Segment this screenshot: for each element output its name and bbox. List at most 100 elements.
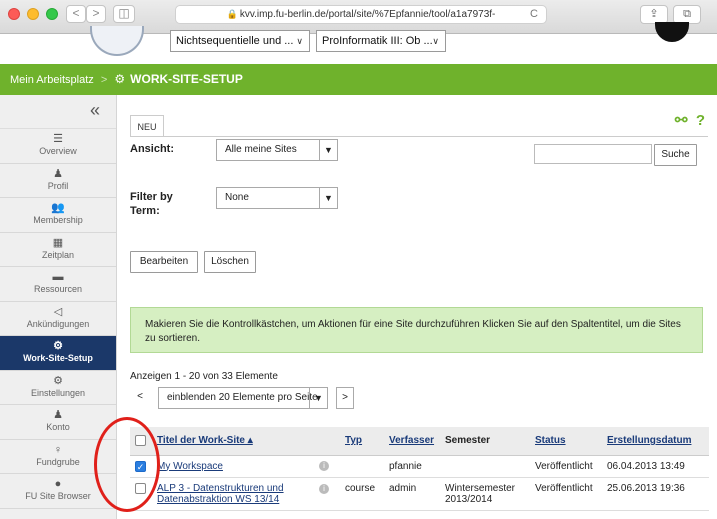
address-bar[interactable]: 🔒 kvv.imp.fu-berlin.de/portal/site/%7Epfa… xyxy=(175,5,547,24)
col-type-link[interactable]: Typ xyxy=(345,435,362,446)
sidebar-item-label: Profil xyxy=(47,180,69,191)
highlight-circle-annotation xyxy=(94,417,160,512)
help-icon[interactable]: ? xyxy=(696,112,705,129)
info-icon[interactable]: i xyxy=(319,483,329,494)
back-button[interactable]: < xyxy=(66,5,86,23)
sidebar-item-label: Konto xyxy=(46,422,70,432)
site-title-link[interactable]: ALP 3 - Datenstrukturen und Datenabstrak… xyxy=(157,483,284,505)
user-icon: ♟ xyxy=(53,167,63,180)
row-status: Veröffentlicht xyxy=(530,477,602,511)
sidebar-item-label: Membership xyxy=(33,215,83,225)
row-author: admin xyxy=(384,477,440,511)
sidebar-item-ressourcen[interactable]: ▬ Ressourcen xyxy=(0,267,116,302)
prev-page-button[interactable]: < xyxy=(130,387,150,409)
address-text: kvv.imp.fu-berlin.de/portal/site/%7Epfan… xyxy=(239,9,496,20)
row-author: pfannie xyxy=(384,455,440,478)
sidebar-item-label: Overview xyxy=(39,146,77,156)
reload-icon[interactable]: C xyxy=(530,6,538,23)
sidebar-item-label: FU Site Browser xyxy=(25,491,91,501)
sites-table: Titel der Work-Site ▴ Typ Verfasser Seme… xyxy=(130,427,709,511)
col-created[interactable]: Erstellungsdatum xyxy=(602,427,709,456)
site-select-2[interactable]: ProInformatik III: Ob ... ∨ xyxy=(316,30,446,52)
row-title-cell: My Workspace i xyxy=(152,455,340,478)
col-type[interactable]: Typ xyxy=(340,427,384,456)
row-created: 06.04.2013 13:49 xyxy=(602,455,709,478)
breadcrumb: Mein Arbeitsplatz > ⚙ WORK-SITE-SETUP xyxy=(0,64,717,95)
sidebar-item-label: Fundgrube xyxy=(36,456,80,467)
view-label: Ansicht: xyxy=(130,143,174,155)
caret-down-icon: ▼ xyxy=(309,388,327,408)
site-select-1-label: Nichtsequentielle und ... xyxy=(176,35,294,47)
megaphone-icon: ◁ xyxy=(53,305,63,318)
link-icon[interactable]: ⚯ xyxy=(675,112,688,129)
minimize-window-button[interactable] xyxy=(27,8,39,20)
sidebar-item-label: Ankündigungen xyxy=(26,318,90,329)
delete-button[interactable]: Löschen xyxy=(204,251,256,273)
term-filter-select[interactable]: None ▼ xyxy=(216,187,338,209)
sidebar-item-einstellungen[interactable]: ⚙ Einstellungen xyxy=(0,371,116,405)
row-semester xyxy=(440,455,530,478)
term-filter-value: None xyxy=(225,192,249,203)
row-status: Veröffentlicht xyxy=(530,455,602,478)
col-status-link[interactable]: Status xyxy=(535,435,566,446)
col-title[interactable]: Titel der Work-Site ▴ xyxy=(152,427,340,456)
table-row: ✓ My Workspace i pfannie Veröffentlicht 0… xyxy=(130,455,709,478)
gears-icon: ⚙ xyxy=(53,340,63,352)
row-title-cell: ALP 3 - Datenstrukturen und Datenabstrak… xyxy=(152,477,340,511)
sidebar-item-label: Work-Site-Setup xyxy=(23,353,93,363)
breadcrumb-home[interactable]: Mein Arbeitsplatz xyxy=(10,74,94,86)
site-title-link[interactable]: My Workspace xyxy=(157,461,223,472)
site-select-2-label: ProInformatik III: Ob ... xyxy=(322,35,433,47)
page-size-value: einblenden 20 Elemente pro Seite xyxy=(167,392,318,403)
col-author-link[interactable]: Verfasser xyxy=(389,435,434,446)
edit-button[interactable]: Bearbeiten xyxy=(130,251,198,273)
row-semester: Wintersemester 2013/2014 xyxy=(440,477,530,511)
col-author[interactable]: Verfasser xyxy=(384,427,440,456)
col-created-link[interactable]: Erstellungsdatum xyxy=(607,435,691,446)
lock-icon: 🔒 xyxy=(226,9,238,19)
row-type: course xyxy=(340,477,384,511)
search-input[interactable] xyxy=(534,144,652,164)
sidebar-item-konto[interactable]: ♟ Konto xyxy=(0,405,116,440)
view-select[interactable]: Alle meine Sites ▼ xyxy=(216,139,338,161)
filter-label: Filter by Term: xyxy=(130,191,173,217)
user-icon: ♟ xyxy=(53,409,63,421)
info-icon[interactable]: i xyxy=(319,460,329,471)
paging-status: Anzeigen 1 - 20 von 33 Elemente xyxy=(130,371,278,382)
gears-icon: ⚙ xyxy=(114,72,126,86)
col-status[interactable]: Status xyxy=(530,427,602,456)
forward-button[interactable]: > xyxy=(86,5,106,23)
close-window-button[interactable] xyxy=(8,8,20,20)
row-type xyxy=(340,455,384,478)
page-size-select[interactable]: einblenden 20 Elemente pro Seite ▼ xyxy=(158,387,328,409)
col-semester: Semester xyxy=(440,427,530,456)
sidebar-item-label: Zeitplan xyxy=(41,249,75,260)
tool-title: WORK-SITE-SETUP xyxy=(130,72,243,86)
maximize-window-button[interactable] xyxy=(46,8,58,20)
folder-icon: ▬ xyxy=(52,271,64,283)
collapse-sidebar-icon[interactable]: « xyxy=(0,95,116,129)
next-page-button[interactable]: > xyxy=(336,387,354,409)
search-button[interactable]: Suche xyxy=(654,144,697,166)
caret-down-icon: ▼ xyxy=(319,188,337,208)
tab-neu[interactable]: NEU xyxy=(130,115,164,137)
sidebar-item-work-site-setup[interactable]: ⚙ Work-Site-Setup xyxy=(0,336,116,371)
gear-icon: ⚙ xyxy=(53,374,63,387)
chevron-down-icon: ∨ xyxy=(432,36,439,46)
main-content: NEU ⚯ ? Ansicht: Alle meine Sites ▼ Suche… xyxy=(118,95,717,519)
sidebar-item-zeitplan[interactable]: ▦ Zeitplan xyxy=(0,233,116,267)
row-created: 25.06.2013 19:36 xyxy=(602,477,709,511)
col-title-link[interactable]: Titel der Work-Site ▴ xyxy=(157,435,253,446)
sidebar-item-overview[interactable]: ☰ Overview xyxy=(0,129,116,164)
sidebar-item-membership[interactable]: 👥 Membership xyxy=(0,198,116,233)
tab-divider xyxy=(130,136,708,137)
breadcrumb-separator: > xyxy=(100,74,108,86)
users-icon: 👥 xyxy=(51,202,65,214)
sidebar-item-profil[interactable]: ♟ Profil xyxy=(0,164,116,198)
info-message: Makieren Sie die Kontrollkästchen, um Ak… xyxy=(130,307,703,353)
calendar-icon: ▦ xyxy=(52,236,64,249)
sidebar-item-ankuendigungen[interactable]: ◁ Ankündigungen xyxy=(0,302,116,336)
site-select-1[interactable]: Nichtsequentielle und ... ∨ xyxy=(170,30,310,52)
table-row: ALP 3 - Datenstrukturen und Datenabstrak… xyxy=(130,477,709,511)
sidebar-toggle-icon[interactable]: ◫ xyxy=(113,5,135,23)
